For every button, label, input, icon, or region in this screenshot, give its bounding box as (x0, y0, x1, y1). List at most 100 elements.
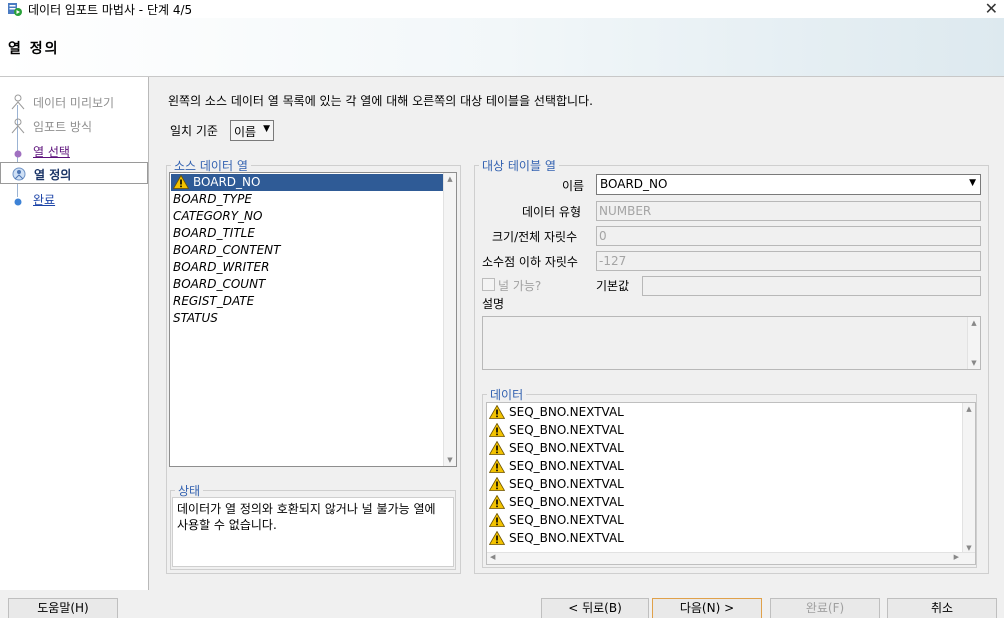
data-type-field: NUMBER (596, 201, 981, 221)
source-column-name: CATEGORY_NO (173, 209, 263, 223)
target-column-value: BOARD_NO (600, 177, 668, 191)
close-icon[interactable]: ✕ (985, 0, 998, 18)
target-column-select[interactable]: BOARD_NO ▼ (596, 174, 981, 195)
target-columns-legend: 대상 테이블 열 (482, 159, 556, 173)
nullable-checkbox[interactable] (482, 278, 495, 291)
data-row[interactable]: SEQ_BNO.NEXTVAL (487, 493, 975, 511)
warning-icon (489, 495, 505, 509)
source-column-name: REGIST_DATE (173, 294, 255, 308)
data-row-value: SEQ_BNO.NEXTVAL (509, 423, 624, 437)
size-field: 0 (596, 226, 981, 246)
data-row-value: SEQ_BNO.NEXTVAL (509, 495, 624, 509)
source-columns-list[interactable]: BOARD_NO BOARD_TYPE CATEGORY_NO BOARD_TITLE… (169, 172, 457, 467)
size-label: 크기/전체 자릿수 (492, 230, 578, 244)
comment-scrollbar[interactable]: ▲ ▼ (967, 317, 980, 369)
chevron-down-icon: ▼ (263, 124, 270, 134)
step-column-select[interactable]: 열 선택 (0, 140, 148, 162)
step-dot-icon (14, 198, 22, 206)
scroll-up-icon[interactable]: ▲ (444, 173, 456, 185)
scroll-up-icon[interactable]: ▲ (968, 317, 980, 329)
source-column-name: BOARD_CONTENT (173, 243, 281, 257)
data-items: SEQ_BNO.NEXTVAL SEQ_BNO.NEXTVAL SEQ_BNO.NE… (487, 403, 975, 547)
data-legend: 데이터 (490, 388, 524, 402)
wizard-header: 열 정의 (0, 18, 1004, 77)
scroll-right-icon[interactable]: ▶ (954, 553, 959, 561)
data-row[interactable]: SEQ_BNO.NEXTVAL (487, 511, 975, 529)
step-label[interactable]: 열 선택 (33, 143, 70, 160)
data-row-value: SEQ_BNO.NEXTVAL (509, 513, 624, 527)
app-icon (8, 3, 22, 16)
scale-field: -127 (596, 251, 981, 271)
source-columns-items: BOARD_NO BOARD_TYPE CATEGORY_NO BOARD_TITLE… (171, 174, 443, 327)
warning-icon (489, 459, 505, 473)
status-text: 데이터가 열 정의와 호환되지 않거나 널 불가능 열에 사용할 수 없습니다. (172, 497, 454, 567)
data-list-vscrollbar[interactable]: ▲ ▼ (962, 403, 975, 554)
data-list[interactable]: SEQ_BNO.NEXTVAL SEQ_BNO.NEXTVAL SEQ_BNO.NE… (486, 402, 976, 565)
instruction-text: 왼쪽의 소스 데이터 열 목록에 있는 각 열에 대해 오른쪽의 대상 테이블을… (168, 94, 593, 108)
page-title: 열 정의 (8, 41, 60, 57)
step-finish[interactable]: 완료 (0, 188, 148, 210)
scroll-up-icon[interactable]: ▲ (963, 403, 975, 415)
warning-icon (173, 175, 189, 189)
back-button[interactable]: < 뒤로(B) (541, 598, 649, 618)
comment-textarea: ▲ ▼ (482, 316, 981, 370)
data-row-value: SEQ_BNO.NEXTVAL (509, 405, 624, 419)
match-by-label: 일치 기준 (170, 124, 218, 138)
source-list-scrollbar[interactable]: ▲ ▼ (443, 173, 456, 466)
scale-label: 소수점 이하 자릿수 (482, 255, 578, 269)
title-bar: 데이터 임포트 마법사 - 단계 4/5 ✕ (0, 0, 1004, 18)
source-column-item[interactable]: BOARD_TYPE (171, 191, 443, 208)
step-current-icon (12, 167, 26, 181)
source-column-item[interactable]: BOARD_TITLE (171, 225, 443, 242)
match-by-select[interactable]: 이름 ▼ (230, 120, 274, 141)
step-person-icon (11, 94, 25, 110)
default-field (642, 276, 981, 296)
data-type-label: 데이터 유형 (522, 205, 582, 219)
warning-icon (489, 531, 505, 545)
warning-icon (489, 405, 505, 419)
data-row-value: SEQ_BNO.NEXTVAL (509, 531, 624, 545)
source-column-item[interactable]: BOARD_WRITER (171, 259, 443, 276)
step-dot-icon (14, 150, 22, 158)
nullable-label: 널 가능? (498, 279, 542, 293)
source-column-item[interactable]: CATEGORY_NO (171, 208, 443, 225)
warning-icon (489, 513, 505, 527)
steps-panel: 데이터 미리보기 임포트 방식 열 선택 열 정의 완료 (0, 77, 149, 590)
step-label: 임포트 방식 (33, 120, 93, 134)
data-row[interactable]: SEQ_BNO.NEXTVAL (487, 403, 975, 421)
source-column-item[interactable]: BOARD_CONTENT (171, 242, 443, 259)
source-column-name: BOARD_TYPE (173, 192, 252, 206)
data-list-hscrollbar[interactable]: ◀ ▶ (487, 552, 975, 564)
source-column-name: BOARD_WRITER (173, 260, 270, 274)
data-row-value: SEQ_BNO.NEXTVAL (509, 459, 624, 473)
name-label: 이름 (562, 179, 585, 193)
data-row[interactable]: SEQ_BNO.NEXTVAL (487, 529, 975, 547)
step-label[interactable]: 완료 (33, 191, 55, 208)
data-row[interactable]: SEQ_BNO.NEXTVAL (487, 439, 975, 457)
source-column-item[interactable]: BOARD_NO (171, 174, 443, 191)
scroll-down-icon[interactable]: ▼ (444, 454, 456, 466)
match-by-value: 이름 (234, 125, 257, 139)
scroll-left-icon[interactable]: ◀ (490, 553, 495, 561)
warning-icon (489, 423, 505, 437)
window-title: 데이터 임포트 마법사 - 단계 4/5 (28, 3, 193, 17)
source-column-name: STATUS (173, 311, 218, 325)
scroll-down-icon[interactable]: ▼ (968, 357, 980, 369)
source-column-item[interactable]: REGIST_DATE (171, 293, 443, 310)
cancel-button[interactable]: 취소 (887, 598, 997, 618)
source-column-item[interactable]: BOARD_COUNT (171, 276, 443, 293)
step-data-preview: 데이터 미리보기 (0, 91, 148, 113)
help-button[interactable]: 도움말(H) (8, 598, 118, 618)
source-column-item[interactable]: STATUS (171, 310, 443, 327)
data-row[interactable]: SEQ_BNO.NEXTVAL (487, 475, 975, 493)
chevron-down-icon: ▼ (969, 178, 976, 188)
step-import-method: 임포트 방식 (0, 115, 148, 137)
data-row[interactable]: SEQ_BNO.NEXTVAL (487, 457, 975, 475)
next-button[interactable]: 다음(N) > (652, 598, 762, 618)
warning-icon (489, 441, 505, 455)
finish-button[interactable]: 완료(F) (770, 598, 880, 618)
warning-icon (489, 477, 505, 491)
comment-label: 설명 (482, 297, 505, 311)
step-column-definition[interactable]: 열 정의 (0, 162, 148, 184)
data-row[interactable]: SEQ_BNO.NEXTVAL (487, 421, 975, 439)
